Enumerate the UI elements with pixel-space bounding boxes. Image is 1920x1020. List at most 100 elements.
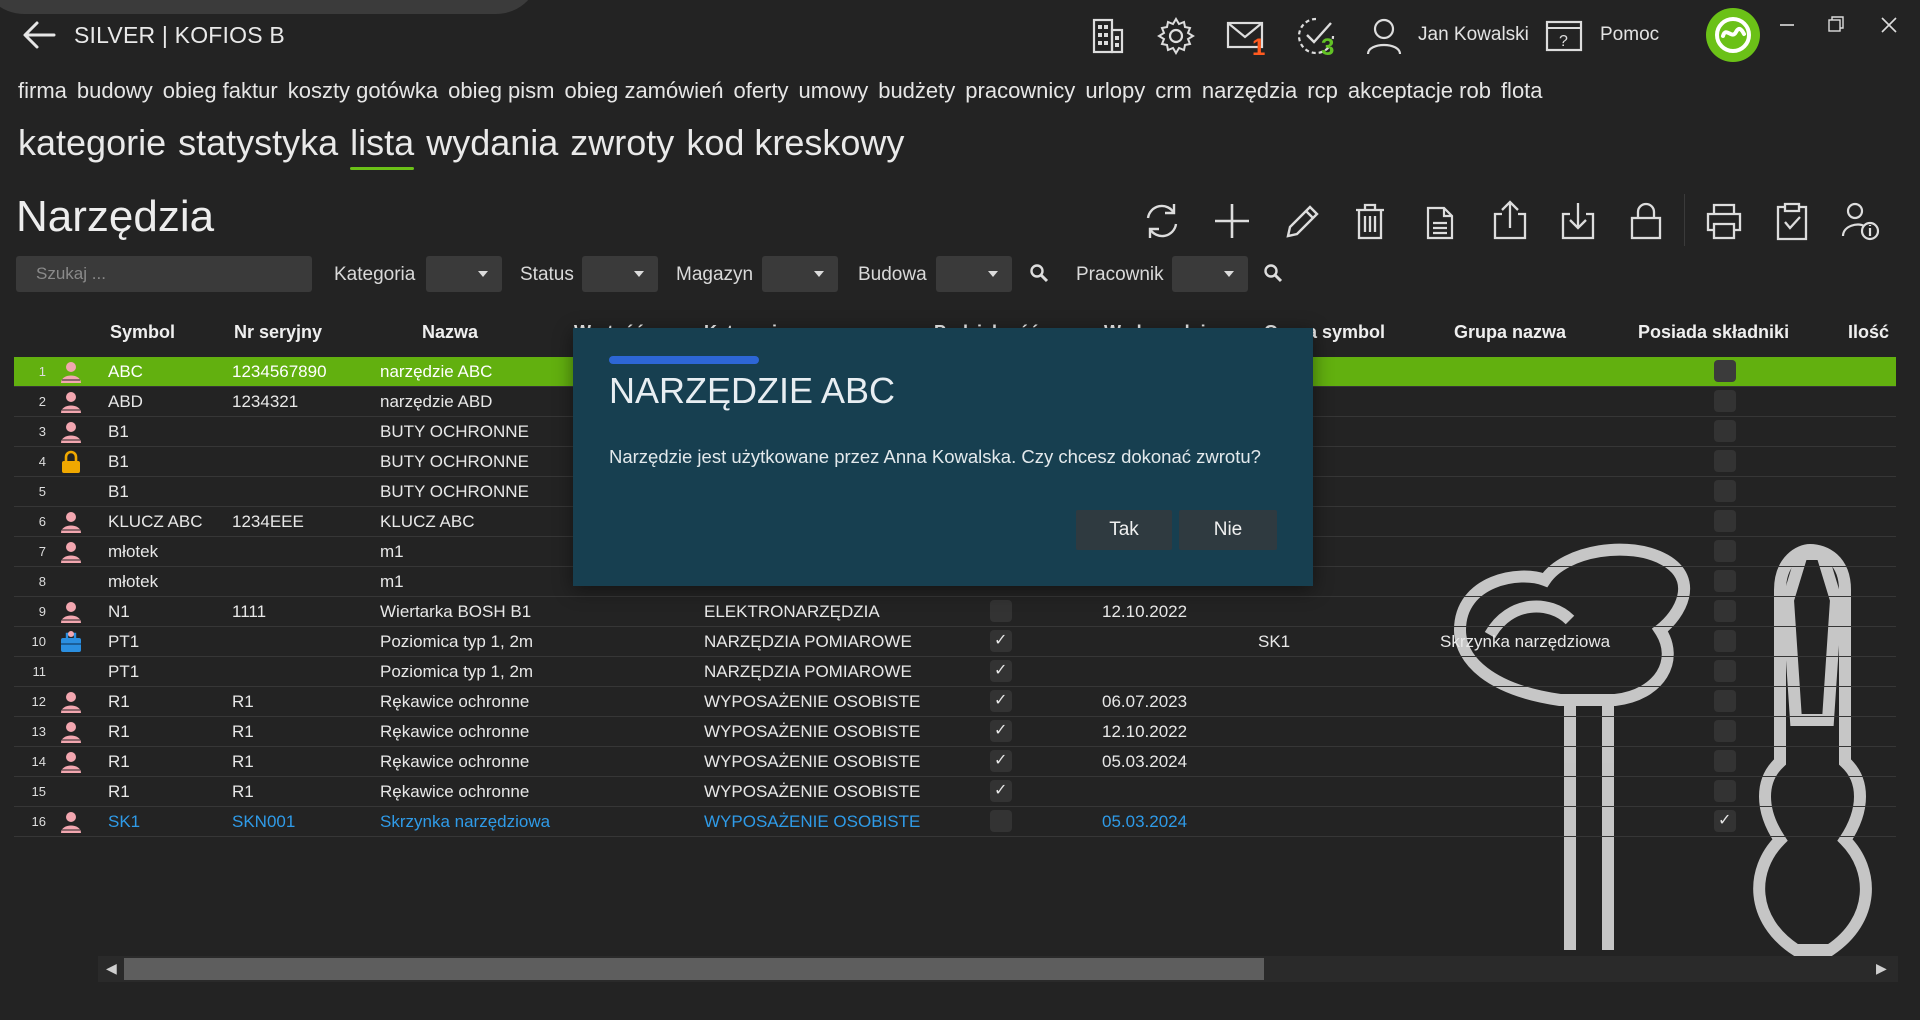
col-serial[interactable]: Nr seryjny <box>234 322 322 343</box>
divisibility-checkbox[interactable] <box>990 660 1012 682</box>
table-row[interactable]: 13 R1 R1 Rękawice ochronne WYPOSAŻENIE OSOBI… <box>14 717 1896 747</box>
tab-kategorie[interactable]: kategorie <box>18 122 166 164</box>
nav-item-pracownicy[interactable]: pracownicy <box>965 78 1075 104</box>
table-row[interactable]: 12 R1 R1 Rękawice ochronne WYPOSAŻENIE OSOBI… <box>14 687 1896 717</box>
has-components-checkbox[interactable] <box>1714 570 1736 592</box>
lock-icon[interactable] <box>1624 198 1668 244</box>
has-components-checkbox[interactable] <box>1714 480 1736 502</box>
cell-serial: SKN001 <box>232 812 296 831</box>
has-components-checkbox[interactable] <box>1714 690 1736 712</box>
divisibility-checkbox[interactable] <box>990 810 1012 832</box>
nav-item-obieg-zamowien[interactable]: obieg zamówień <box>565 78 724 104</box>
nav-item-obieg-pism[interactable]: obieg pism <box>448 78 554 104</box>
person-icon <box>58 599 84 625</box>
nav-item-firma[interactable]: firma <box>18 78 67 104</box>
nav-item-akceptacje-rob[interactable]: akceptacje rob <box>1348 78 1491 104</box>
has-components-checkbox[interactable] <box>1714 540 1736 562</box>
nav-item-crm[interactable]: crm <box>1155 78 1192 104</box>
company-building-icon[interactable] <box>1084 14 1128 58</box>
table-row[interactable]: 11 PT1 Poziomica typ 1, 2m NARZĘDZIA POMIAR… <box>14 657 1896 687</box>
back-arrow-icon[interactable] <box>18 14 60 56</box>
tab-wydania[interactable]: wydania <box>426 122 558 164</box>
edit-icon[interactable] <box>1280 198 1324 244</box>
export-icon[interactable] <box>1488 198 1532 244</box>
tab-kod-kreskowy[interactable]: kod kreskowy <box>686 122 904 164</box>
table-row[interactable]: 14 R1 R1 Rękawice ochronne WYPOSAŻENIE OSOBI… <box>14 747 1896 777</box>
help-window-icon[interactable]: ? <box>1542 14 1586 58</box>
has-components-checkbox[interactable] <box>1714 720 1736 742</box>
clipboard-icon[interactable] <box>1770 198 1814 244</box>
has-components-checkbox[interactable] <box>1714 810 1736 832</box>
nav-item-koszty-gotowka[interactable]: koszty gotówka <box>288 78 438 104</box>
table-row[interactable]: 10 PT1 Poziomica typ 1, 2m NARZĘDZIA POMIAR… <box>14 627 1896 657</box>
add-icon[interactable] <box>1210 198 1254 244</box>
divisibility-checkbox[interactable] <box>990 600 1012 622</box>
nav-item-urlopy[interactable]: urlopy <box>1085 78 1145 104</box>
delete-icon[interactable] <box>1348 198 1392 244</box>
col-group-name[interactable]: Grupa nazwa <box>1454 322 1566 343</box>
has-components-checkbox[interactable] <box>1714 630 1736 652</box>
scrollbar-thumb[interactable] <box>124 958 1264 980</box>
nav-item-narzedzia[interactable]: narzędzia <box>1202 78 1297 104</box>
has-components-checkbox[interactable] <box>1714 420 1736 442</box>
nav-item-budzety[interactable]: budżety <box>878 78 955 104</box>
scroll-left-arrow-icon[interactable]: ◀ <box>106 960 117 977</box>
print-icon[interactable] <box>1702 198 1746 244</box>
divisibility-checkbox[interactable] <box>990 720 1012 742</box>
nav-item-rcp[interactable]: rcp <box>1307 78 1338 104</box>
dialog-title: NARZĘDZIE ABC <box>609 370 896 411</box>
user-info-icon[interactable] <box>1838 198 1882 244</box>
search-input[interactable] <box>16 256 312 292</box>
nav-item-oferty[interactable]: oferty <box>733 78 788 104</box>
has-components-checkbox[interactable] <box>1714 780 1736 802</box>
no-button[interactable]: Nie <box>1179 510 1277 550</box>
refresh-icon[interactable] <box>1140 198 1184 244</box>
dialog-message: Narzędzie jest użytkowane przez Anna Kow… <box>609 446 1261 467</box>
divisibility-checkbox[interactable] <box>990 690 1012 712</box>
table-row[interactable]: 15 R1 R1 Rękawice ochronne WYPOSAŻENIE OSOBI… <box>14 777 1896 807</box>
scroll-right-arrow-icon[interactable]: ▶ <box>1876 960 1887 977</box>
close-icon[interactable] <box>1872 10 1906 40</box>
import-icon[interactable] <box>1556 198 1600 244</box>
pracownik-search-icon[interactable] <box>1262 262 1284 284</box>
tab-statystyka[interactable]: statystyka <box>178 122 338 164</box>
user-name[interactable]: Jan Kowalski <box>1418 24 1529 46</box>
has-components-checkbox[interactable] <box>1714 360 1736 382</box>
yes-button[interactable]: Tak <box>1076 510 1172 550</box>
nav-item-umowy[interactable]: umowy <box>799 78 869 104</box>
has-components-checkbox[interactable] <box>1714 510 1736 532</box>
col-name[interactable]: Nazwa <box>422 322 478 343</box>
budowa-select[interactable] <box>936 256 1012 292</box>
cell-category: ELEKTRONARZĘDZIA <box>704 602 880 621</box>
has-components-checkbox[interactable] <box>1714 750 1736 772</box>
user-avatar-icon[interactable] <box>1362 14 1406 58</box>
col-quantity[interactable]: Ilość <box>1848 322 1889 343</box>
divisibility-checkbox[interactable] <box>990 630 1012 652</box>
tab-lista[interactable]: lista <box>350 122 415 170</box>
nav-item-budowy[interactable]: budowy <box>77 78 153 104</box>
has-components-checkbox[interactable] <box>1714 390 1736 412</box>
minimize-icon[interactable] <box>1770 10 1804 40</box>
table-row[interactable]: 9 N1 1111 Wiertarka BOSH B1 ELEKTRONARZĘDZIA… <box>14 597 1896 627</box>
magazyn-select[interactable] <box>762 256 838 292</box>
col-symbol[interactable]: Symbol <box>110 322 175 343</box>
has-components-checkbox[interactable] <box>1714 660 1736 682</box>
copy-icon[interactable] <box>1418 198 1462 244</box>
status-select[interactable] <box>582 256 658 292</box>
pracownik-select[interactable] <box>1172 256 1248 292</box>
has-components-checkbox[interactable] <box>1714 450 1736 472</box>
tab-zwroty[interactable]: zwroty <box>570 122 674 164</box>
restore-icon[interactable] <box>1818 10 1852 40</box>
has-components-checkbox[interactable] <box>1714 600 1736 622</box>
cell-serial: 1111 <box>232 602 267 621</box>
kategoria-select[interactable] <box>426 256 502 292</box>
help-link[interactable]: Pomoc <box>1600 24 1659 46</box>
col-has-components[interactable]: Posiada składniki <box>1638 322 1789 343</box>
table-row[interactable]: 16 SK1 SKN001 Skrzynka narzędziowa WYPOSAŻEN… <box>14 807 1896 837</box>
divisibility-checkbox[interactable] <box>990 750 1012 772</box>
settings-gear-icon[interactable] <box>1154 14 1198 58</box>
nav-item-flota[interactable]: flota <box>1501 78 1543 104</box>
divisibility-checkbox[interactable] <box>990 780 1012 802</box>
budowa-search-icon[interactable] <box>1028 262 1050 284</box>
nav-item-obieg-faktur[interactable]: obieg faktur <box>163 78 278 104</box>
